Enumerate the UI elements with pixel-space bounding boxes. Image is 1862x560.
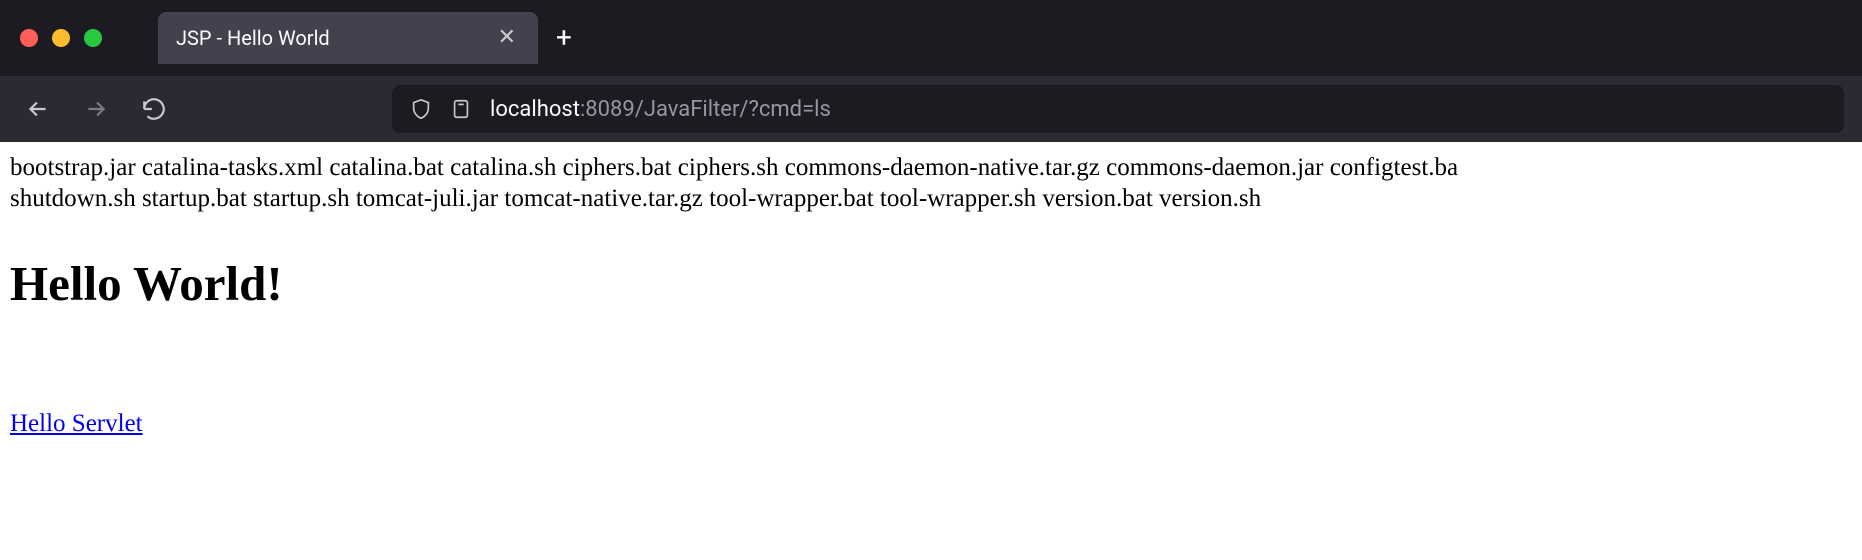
page-title: Hello World! xyxy=(10,255,1852,312)
url-text: localhost:8089/JavaFilter/?cmd=ls xyxy=(490,97,831,122)
close-window-button[interactable] xyxy=(20,29,38,47)
hello-servlet-link[interactable]: Hello Servlet xyxy=(10,410,143,438)
command-output: bootstrap.jar catalina-tasks.xml catalin… xyxy=(10,152,1852,215)
url-path: :8089/JavaFilter/?cmd=ls xyxy=(580,97,831,122)
new-tab-button[interactable]: + xyxy=(556,24,572,52)
browser-toolbar: localhost:8089/JavaFilter/?cmd=ls xyxy=(0,76,1862,142)
close-tab-icon[interactable]: ✕ xyxy=(494,23,520,53)
browser-tab[interactable]: JSP - Hello World ✕ xyxy=(158,12,538,64)
address-bar[interactable]: localhost:8089/JavaFilter/?cmd=ls xyxy=(392,85,1844,133)
url-host: localhost xyxy=(490,97,580,122)
shield-icon[interactable] xyxy=(410,98,432,120)
back-button[interactable] xyxy=(18,89,58,129)
output-line: shutdown.sh startup.bat startup.sh tomca… xyxy=(10,185,1261,212)
minimize-window-button[interactable] xyxy=(52,29,70,47)
output-line: bootstrap.jar catalina-tasks.xml catalin… xyxy=(10,154,1458,181)
maximize-window-button[interactable] xyxy=(84,29,102,47)
forward-button[interactable] xyxy=(76,89,116,129)
site-info-icon[interactable] xyxy=(450,98,472,120)
tab-title: JSP - Hello World xyxy=(176,26,330,50)
window-controls xyxy=(12,29,102,47)
reload-button[interactable] xyxy=(134,89,174,129)
page-content: bootstrap.jar catalina-tasks.xml catalin… xyxy=(0,142,1862,438)
browser-tab-strip: JSP - Hello World ✕ + xyxy=(0,0,1862,76)
